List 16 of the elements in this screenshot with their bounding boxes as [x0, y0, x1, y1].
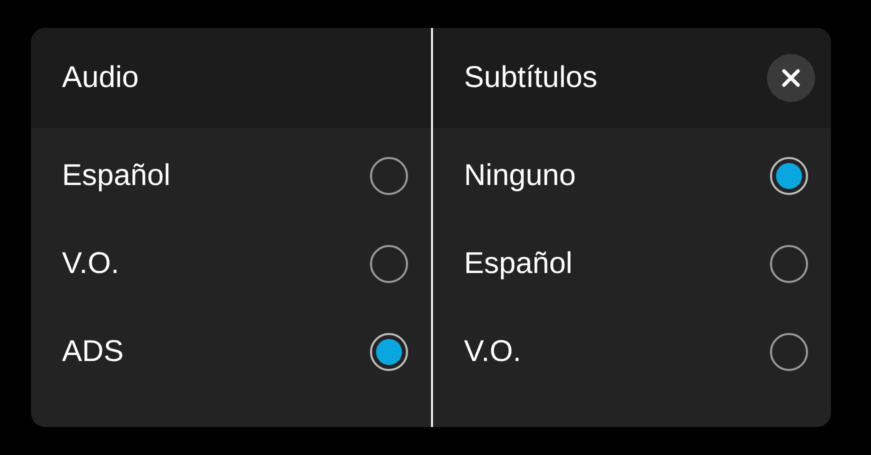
option-label[interactable]: Ninguno	[464, 159, 576, 193]
panel-title: Audio	[62, 61, 139, 95]
radio-button[interactable]	[370, 333, 408, 371]
option-label[interactable]: V.O.	[62, 247, 120, 281]
radio-button[interactable]	[770, 245, 808, 283]
panel-title: Subtítulos	[464, 61, 598, 95]
radio-button[interactable]	[770, 157, 808, 195]
option-label[interactable]: V.O.	[464, 335, 522, 369]
close-button[interactable]	[767, 54, 815, 102]
option-label[interactable]: ADS	[62, 335, 124, 369]
radio-button[interactable]	[370, 157, 408, 195]
option-label[interactable]: Español	[62, 159, 170, 193]
radio-button[interactable]	[370, 245, 408, 283]
close-icon	[781, 68, 801, 88]
radio-button[interactable]	[770, 333, 808, 371]
option-label[interactable]: Español	[464, 247, 572, 281]
